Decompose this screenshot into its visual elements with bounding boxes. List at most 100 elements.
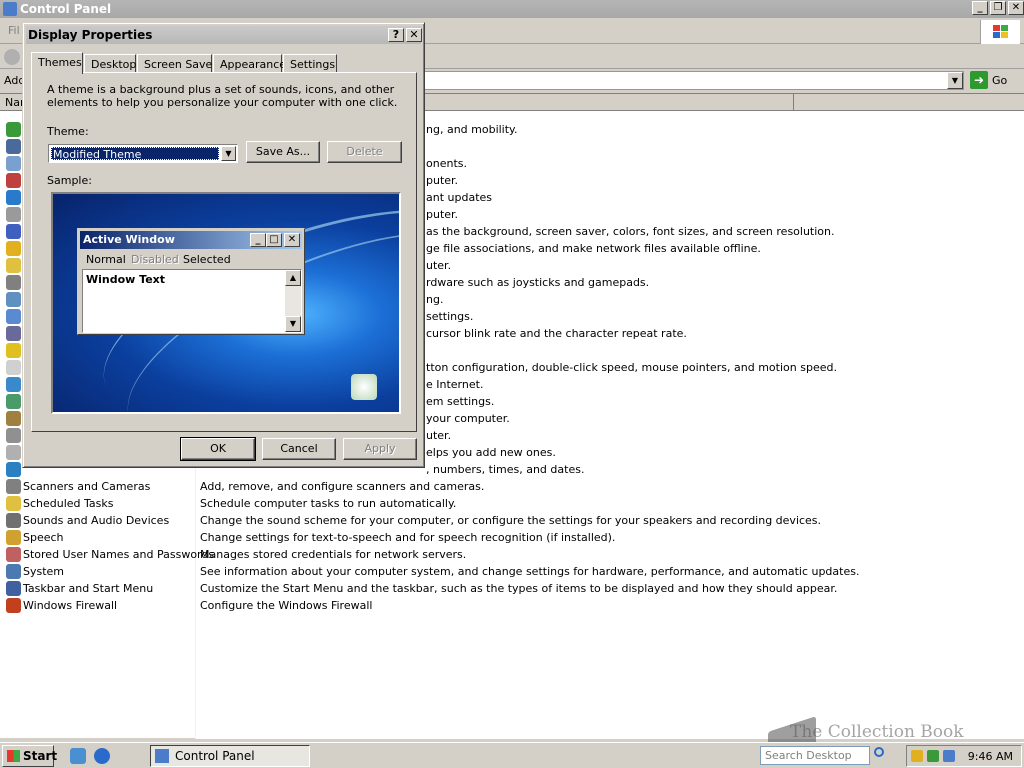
control-panel-item-icon <box>6 496 21 511</box>
restore-button[interactable]: ❐ <box>990 1 1006 15</box>
save-as-button[interactable]: Save As... <box>246 141 320 163</box>
list-item-description: ng, and mobility. <box>426 123 518 136</box>
control-panel-item-icon <box>6 428 21 443</box>
list-item[interactable]: Scheduled Tasks Schedule computer tasks t… <box>0 495 1024 512</box>
list-item[interactable]: Sounds and Audio Devices Change the sound… <box>0 512 1024 529</box>
sample-window: Active Window _ □ ✕ Normal Disabled Sele… <box>77 228 305 335</box>
control-panel-icon <box>155 749 169 763</box>
tab-screen-saver[interactable]: Screen Saver <box>137 54 217 73</box>
sample-window-text: Window Text <box>86 273 166 286</box>
list-item-description: em settings. <box>426 395 495 408</box>
cancel-button[interactable]: Cancel <box>262 438 336 460</box>
apply-button[interactable]: Apply <box>343 438 417 460</box>
list-item-name: Sounds and Audio Devices <box>23 514 170 527</box>
tab-desktop[interactable]: Desktop <box>84 54 136 73</box>
list-item[interactable]: Stored User Names and Passwords Manages s… <box>0 546 1024 563</box>
delete-button[interactable]: Delete <box>327 141 402 163</box>
chevron-down-icon[interactable]: ▼ <box>221 146 236 161</box>
windows-flag-icon <box>7 750 20 762</box>
search-desktop-input[interactable]: Search Desktop <box>760 746 870 765</box>
list-item-description: Manages stored credentials for network s… <box>200 548 467 561</box>
back-icon[interactable] <box>4 49 20 65</box>
dialog-close-button[interactable]: ✕ <box>406 28 422 42</box>
go-arrow-icon: ➜ <box>970 71 988 89</box>
list-item-description: Change the sound scheme for your compute… <box>200 514 822 527</box>
list-item-name: Speech <box>23 531 64 544</box>
list-item-name: Scheduled Tasks <box>23 497 114 510</box>
tray-icon-2[interactable] <box>927 750 939 762</box>
list-item-description: elps you add new ones. <box>426 446 556 459</box>
sample-menu-disabled: Disabled <box>131 253 179 266</box>
control-panel-item-icon <box>6 581 21 596</box>
tab-settings[interactable]: Settings <box>283 54 337 73</box>
menu-file[interactable]: Fil <box>8 24 20 37</box>
control-panel-item-icon <box>6 564 21 579</box>
control-panel-item-icon <box>6 292 21 307</box>
list-item-description: settings. <box>426 310 474 323</box>
sample-menu-selected: Selected <box>183 253 231 266</box>
list-item-name: Windows Firewall <box>23 599 118 612</box>
scroll-up-icon: ▲ <box>285 270 301 286</box>
list-item[interactable]: Speech Change settings for text-to-speech… <box>0 529 1024 546</box>
list-item-description: puter. <box>426 208 459 221</box>
list-item-description: Change settings for text-to-speech and f… <box>200 531 616 544</box>
list-item-description: uter. <box>426 429 452 442</box>
list-item-name: Taskbar and Start Menu <box>23 582 154 595</box>
list-item-description: Configure the Windows Firewall <box>200 599 373 612</box>
list-item[interactable]: System See information about your compute… <box>0 563 1024 580</box>
control-panel-item-icon <box>6 360 21 375</box>
close-button[interactable]: ✕ <box>1008 1 1024 15</box>
window-title: Control Panel <box>20 2 112 16</box>
search-icon[interactable] <box>874 747 890 763</box>
control-panel-item-icon <box>6 275 21 290</box>
list-item-description: your computer. <box>426 412 510 425</box>
tray-icon-1[interactable] <box>911 750 923 762</box>
control-panel-item-icon <box>6 377 21 392</box>
control-panel-item-icon <box>6 479 21 494</box>
go-label: Go <box>992 73 1008 87</box>
start-label: Start <box>23 749 58 763</box>
list-item-description: ng. <box>426 293 444 306</box>
list-item-description: rdware such as joysticks and gamepads. <box>426 276 650 289</box>
address-input[interactable]: ▼ <box>424 71 964 90</box>
ok-button[interactable]: OK <box>180 437 256 461</box>
theme-sample-preview: Active Window _ □ ✕ Normal Disabled Sele… <box>51 192 401 414</box>
dialog-title-bar: Display Properties ? ✕ <box>26 26 422 44</box>
quicklaunch-ie-icon[interactable] <box>94 748 110 764</box>
control-panel-item-icon <box>6 241 21 256</box>
tab-themes[interactable]: Themes <box>31 52 83 74</box>
tray-icon-3[interactable] <box>943 750 955 762</box>
taskbar-control-panel[interactable]: Control Panel <box>150 745 310 767</box>
control-panel-item-icon <box>6 207 21 222</box>
list-item-description: , numbers, times, and dates. <box>426 463 585 476</box>
minimize-button[interactable]: _ <box>972 1 988 15</box>
list-item[interactable]: Taskbar and Start Menu Customize the Star… <box>0 580 1024 597</box>
tab-appearance[interactable]: Appearance <box>213 54 286 73</box>
themes-panel: A theme is a background plus a set of so… <box>31 72 417 432</box>
control-panel-item-icon <box>6 411 21 426</box>
list-item-description: Schedule computer tasks to run automatic… <box>200 497 457 510</box>
list-item-description: ge file associations, and make network f… <box>426 242 761 255</box>
list-item-description: Add, remove, and configure scanners and … <box>200 480 485 493</box>
quicklaunch-desktop-icon[interactable] <box>70 748 86 764</box>
control-panel-item-icon <box>6 139 21 154</box>
start-button[interactable]: Start <box>2 745 58 767</box>
recycle-bin-icon <box>351 374 377 400</box>
control-panel-item-icon <box>6 462 21 477</box>
clock[interactable]: 9:46 AM <box>968 750 1013 763</box>
theme-select[interactable]: Modified Theme ▼ <box>48 144 238 163</box>
list-item-description: cursor blink rate and the character repe… <box>426 327 687 340</box>
control-panel-item-icon <box>6 547 21 562</box>
go-button[interactable]: ➜ Go <box>970 71 1007 89</box>
address-dropdown-icon[interactable]: ▼ <box>947 72 963 89</box>
theme-label: Theme: <box>47 125 89 138</box>
list-item-description: uter. <box>426 259 452 272</box>
help-button[interactable]: ? <box>388 28 404 42</box>
list-item-name: Scanners and Cameras <box>23 480 151 493</box>
sample-minimize-icon: _ <box>250 233 266 247</box>
list-item[interactable]: Scanners and Cameras Add, remove, and con… <box>0 478 1024 495</box>
theme-description: A theme is a background plus a set of so… <box>47 83 398 109</box>
taskbar: Start Control Panel Search Desktop 9:46 … <box>0 742 1024 768</box>
list-item[interactable]: Windows Firewall Configure the Windows Fi… <box>0 597 1024 614</box>
list-item-description: See information about your computer syst… <box>200 565 860 578</box>
